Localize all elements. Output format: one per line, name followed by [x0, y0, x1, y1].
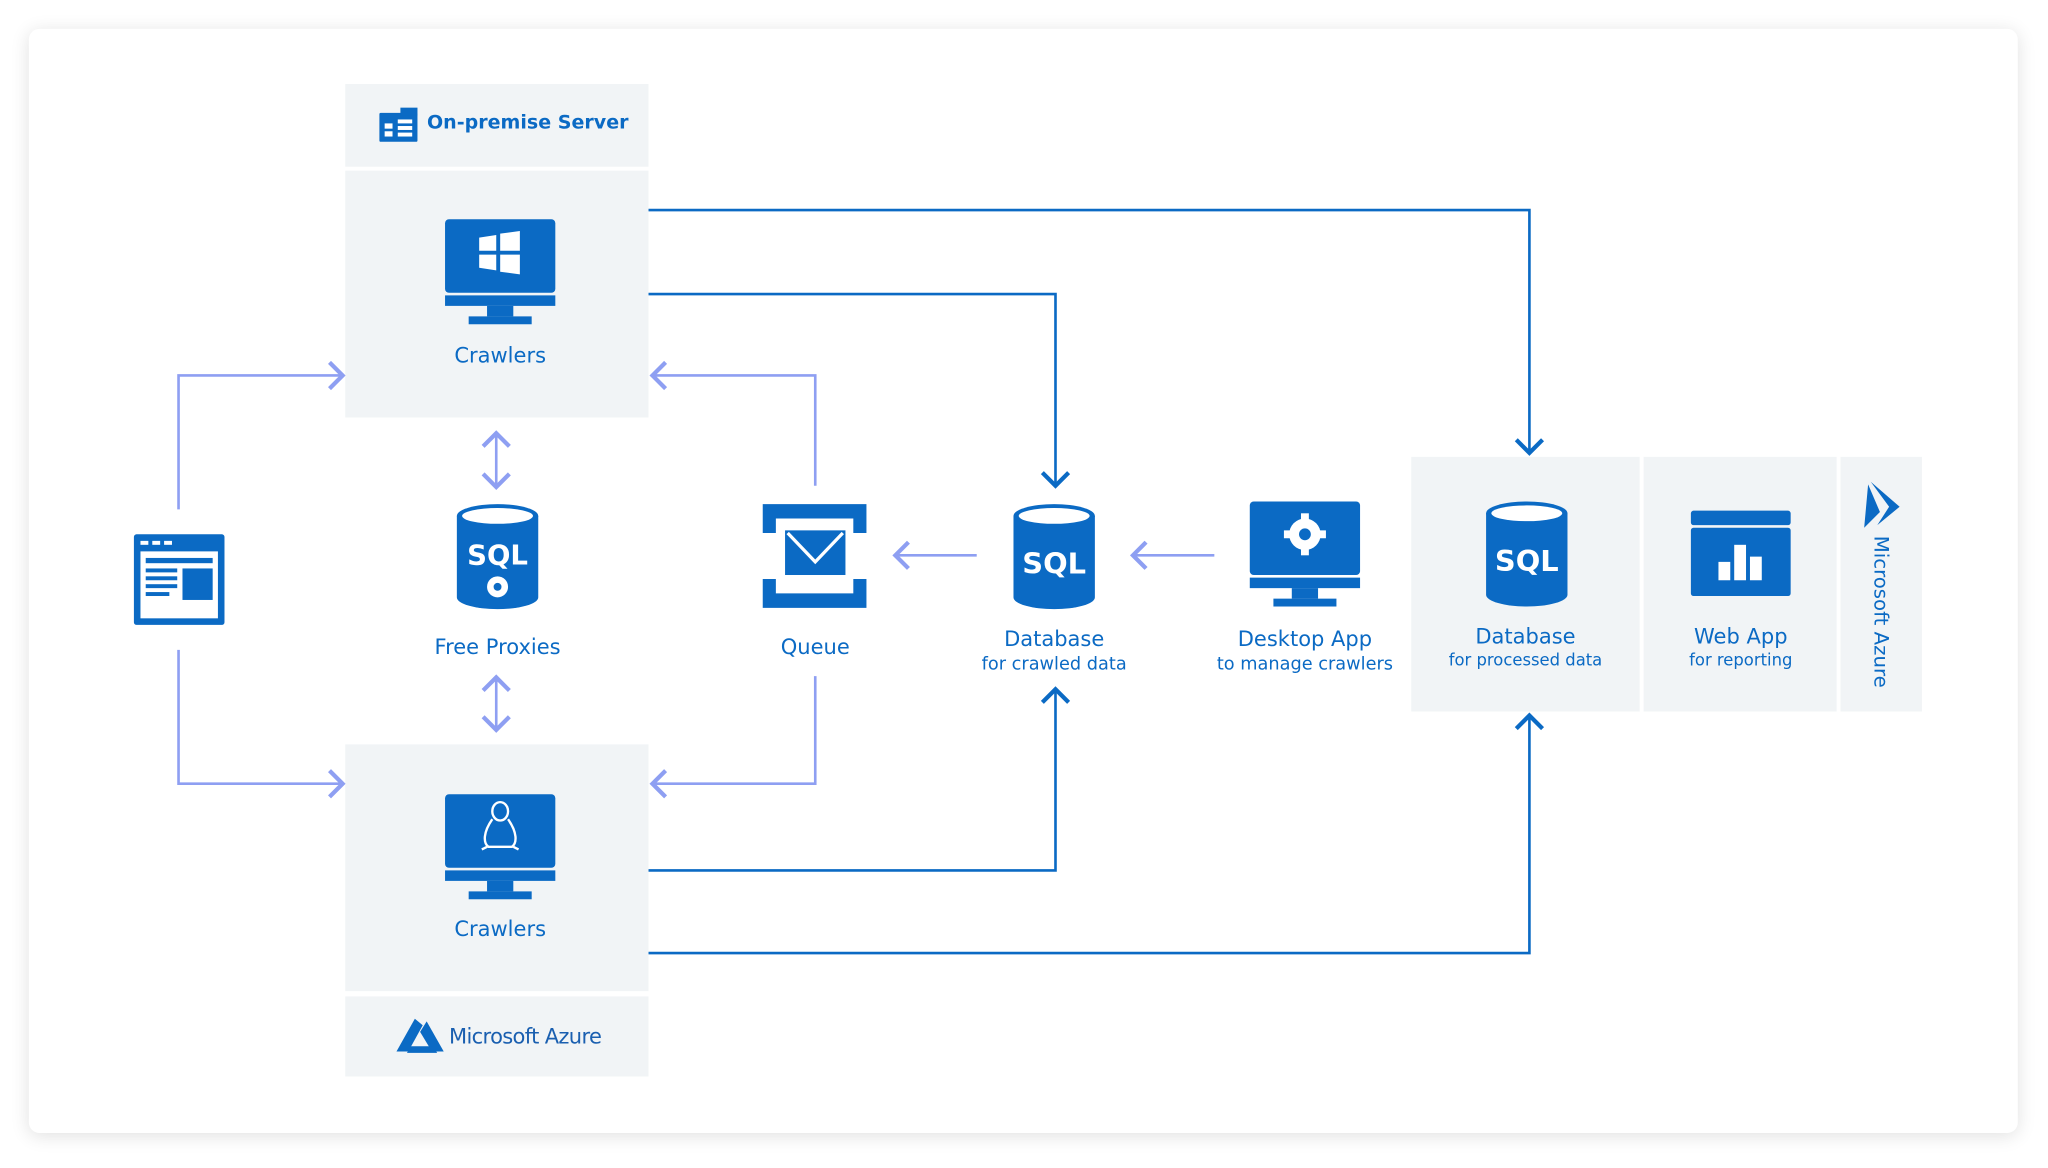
crawlers-linux-label: Crawlers	[454, 916, 547, 942]
queue-label: Queue	[780, 634, 850, 660]
db-processed-sublabel: for processed data	[1448, 649, 1603, 670]
arrow-queue-to-linux	[649, 676, 817, 799]
svg-text:SQL: SQL	[1495, 544, 1559, 578]
db-crawled-sublabel: for crawled data	[981, 653, 1127, 675]
queue-envelope-icon	[762, 504, 867, 608]
windows-monitor-icon	[445, 219, 556, 325]
arrow-website-to-linux	[177, 649, 346, 799]
azure-footer-brand: Microsoft Azure	[449, 1023, 602, 1049]
sql-database-icon: SQL	[1013, 504, 1095, 610]
azure-logo-icon	[1864, 481, 1900, 528]
web-app-sublabel: for reporting	[1689, 649, 1793, 670]
azure-logo-icon	[396, 1018, 444, 1053]
linux-monitor-icon	[445, 794, 556, 900]
arrow-windows-to-db-processed	[648, 208, 1545, 456]
free-proxies-label: Free Proxies	[434, 634, 561, 660]
arrow-queue-to-windows	[649, 360, 817, 486]
arrow-linux-to-db-processed	[648, 712, 1545, 955]
arrow-website-to-windows	[177, 360, 346, 510]
desktop-app-sublabel: to manage crawlers	[1216, 653, 1394, 675]
monitor-gear-icon	[1249, 501, 1361, 607]
arrow-windows-to-db-crawled	[648, 292, 1071, 489]
arrow-linux-to-db-crawled	[648, 686, 1071, 872]
browser-window-icon[interactable]	[133, 534, 225, 625]
db-crawled-label: Database	[1004, 626, 1105, 652]
sql-database-icon: SQL	[1486, 501, 1568, 607]
svg-text:SQL: SQL	[1022, 547, 1086, 581]
desktop-app-label: Desktop App	[1237, 626, 1373, 652]
azure-side-brand: Microsoft Azure	[1869, 535, 1894, 688]
bar-chart-window-icon	[1690, 510, 1791, 597]
svg-text:SQL: SQL	[467, 540, 528, 572]
db-processed-label: Database	[1475, 623, 1576, 649]
crawlers-windows-label: Crawlers	[454, 342, 547, 368]
sql-database-gear-icon: SQL	[456, 504, 539, 610]
web-app-label: Web App	[1694, 623, 1788, 649]
on-premise-server-title: On-premise Server	[426, 112, 629, 134]
office-building-icon	[379, 107, 418, 142]
